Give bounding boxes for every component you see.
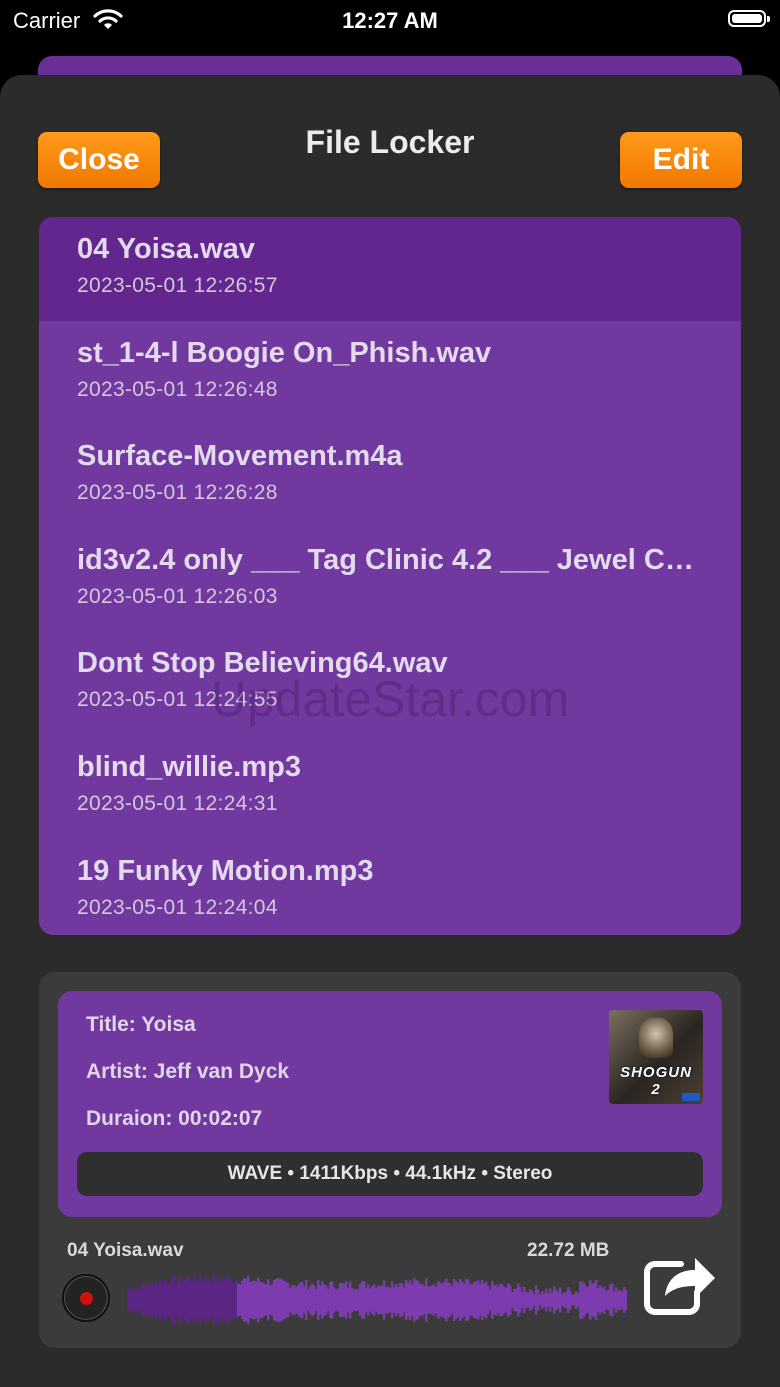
file-date: 2023-05-01 12:26:28 — [77, 481, 278, 505]
file-list: 04 Yoisa.wav 2023-05-01 12:26:57 st_1-4-… — [39, 217, 741, 935]
file-date: 2023-05-01 12:26:57 — [77, 274, 278, 297]
file-name: Dont Stop Believing64.wav — [77, 647, 448, 680]
file-name: blind_willie.mp3 — [77, 750, 301, 783]
file-date: 2023-05-01 12:24:31 — [77, 791, 278, 815]
share-icon[interactable] — [641, 1248, 719, 1318]
current-file-name: 04 Yoisa.wav — [67, 1240, 184, 1261]
file-name: 04 Yoisa.wav — [77, 233, 255, 265]
file-list-item[interactable]: st_1-4-l Boogie On_Phish.wav 2023-05-01 … — [39, 321, 741, 425]
file-list-item[interactable]: 04 Yoisa.wav 2023-05-01 12:26:57 — [39, 217, 741, 321]
waveform-bar — [625, 1289, 627, 1311]
file-list-item[interactable]: Dont Stop Believing64.wav 2023-05-01 12:… — [39, 631, 741, 735]
file-list-item[interactable]: 19 Funky Motion.mp3 2023-05-01 12:24:04 — [39, 839, 741, 935]
file-date: 2023-05-01 12:24:55 — [77, 688, 278, 712]
waveform-scrubber[interactable] — [127, 1270, 627, 1330]
file-size: 22.72 MB — [527, 1240, 610, 1261]
file-name: st_1-4-l Boogie On_Phish.wav — [77, 336, 492, 369]
record-button[interactable] — [62, 1274, 110, 1322]
status-bar: Carrier 12:27 AM — [0, 0, 780, 40]
file-date: 2023-05-01 12:26:03 — [77, 584, 278, 608]
track-artist: Artist: Jeff van Dyck — [86, 1060, 290, 1083]
album-art-image: SHOGUN 2 — [609, 1010, 703, 1104]
track-info-card: Title: Yoisa Artist: Jeff van Dyck Durai… — [58, 991, 722, 1217]
file-list-item[interactable]: id3v2.4 only ___ Tag Clinic 4.2 ___ Jewe… — [39, 528, 741, 632]
file-name: id3v2.4 only ___ Tag Clinic 4.2 ___ Jewe… — [77, 543, 697, 576]
battery-icon — [728, 10, 770, 27]
file-date: 2023-05-01 12:24:04 — [77, 895, 278, 919]
track-duration: Duraion: 00:02:07 — [86, 1107, 263, 1130]
track-title: Title: Yoisa — [86, 1013, 196, 1036]
record-icon — [80, 1292, 93, 1305]
file-date: 2023-05-01 12:26:48 — [77, 377, 278, 401]
player-panel: Title: Yoisa Artist: Jeff van Dyck Durai… — [39, 972, 741, 1348]
file-list-item[interactable]: blind_willie.mp3 2023-05-01 12:24:31 — [39, 735, 741, 839]
edit-button[interactable]: Edit — [620, 132, 742, 188]
file-name: Surface-Movement.m4a — [77, 440, 403, 473]
format-info-bar: WAVE • 1411Kbps • 44.1kHz • Stereo — [77, 1152, 703, 1196]
file-list-item[interactable]: Surface-Movement.m4a 2023-05-01 12:26:28 — [39, 424, 741, 528]
file-name: 19 Funky Motion.mp3 — [77, 854, 374, 887]
status-time: 12:27 AM — [342, 8, 438, 33]
